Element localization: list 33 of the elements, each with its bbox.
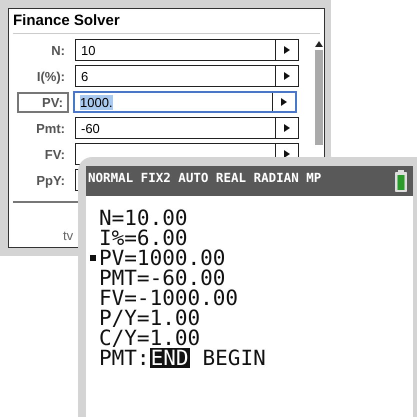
field-label: Pmt: (35, 120, 66, 136)
option[interactable]: END (150, 348, 190, 368)
input-field[interactable]: 10 (75, 39, 299, 61)
battery-icon (395, 170, 407, 192)
right-triangle-icon (284, 124, 290, 132)
calc-line: P/Y=1.00 (98, 308, 200, 328)
field-value: 1000. (80, 94, 113, 110)
field-label: FV: (44, 146, 66, 162)
right-triangle-icon (284, 72, 290, 80)
footer-text: tv (63, 228, 74, 243)
field-label: PpY: (35, 172, 66, 188)
field-value: -60 (81, 120, 100, 136)
calc-line: FV=-1000.00 (98, 288, 238, 308)
field-label: I(%): (36, 68, 66, 84)
calc-line: N=10.00 (98, 208, 188, 228)
calc-line: C/Y=1.00 (98, 328, 200, 348)
calc-line: I%=6.00 (98, 228, 188, 248)
mode-text: NORMAL FIX2 AUTO REAL RADIAN MP (88, 170, 322, 185)
field-label: PV: (17, 92, 69, 112)
field-value: 6 (81, 68, 88, 84)
option[interactable]: BEGIN (202, 348, 267, 368)
right-triangle-icon (281, 98, 287, 106)
right-triangle-icon (284, 46, 290, 54)
right-triangle-icon (284, 150, 290, 158)
calc-label: PMT: (99, 348, 150, 368)
calc-line: PMT=-60.00 (98, 268, 226, 288)
window-title: Finance Solver (12, 11, 121, 31)
input-field[interactable]: -60 (75, 117, 299, 139)
input-field[interactable]: 1000. (73, 91, 297, 113)
field-label: N: (50, 42, 66, 58)
input-field[interactable]: 6 (75, 65, 299, 87)
scroll-up-icon[interactable] (315, 41, 323, 47)
field-value: 10 (81, 42, 96, 58)
